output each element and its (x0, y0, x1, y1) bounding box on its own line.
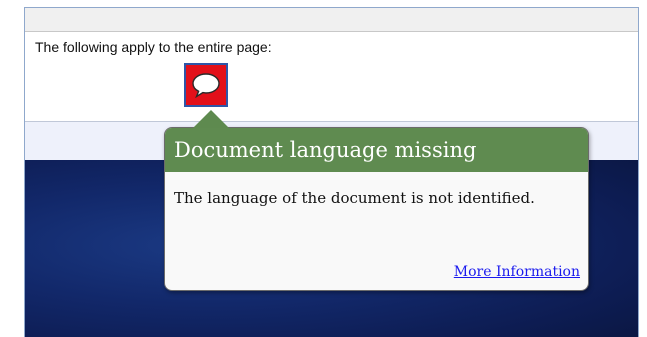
top-bar (25, 8, 638, 32)
speech-bubble-icon (192, 73, 220, 98)
more-information-link[interactable]: More Information (454, 264, 580, 280)
tooltip-body: The language of the document is not iden… (174, 189, 535, 207)
page-issue-flag-button[interactable] (184, 63, 228, 107)
tooltip-arrow (193, 110, 229, 128)
tooltip-header: Document language missing (165, 128, 588, 172)
page-notice-panel: The following apply to the entire page: (25, 32, 638, 122)
notice-text: The following apply to the entire page: (35, 39, 272, 55)
issue-tooltip: Document language missing The language o… (164, 127, 589, 291)
tooltip-title: Document language missing (174, 138, 477, 162)
